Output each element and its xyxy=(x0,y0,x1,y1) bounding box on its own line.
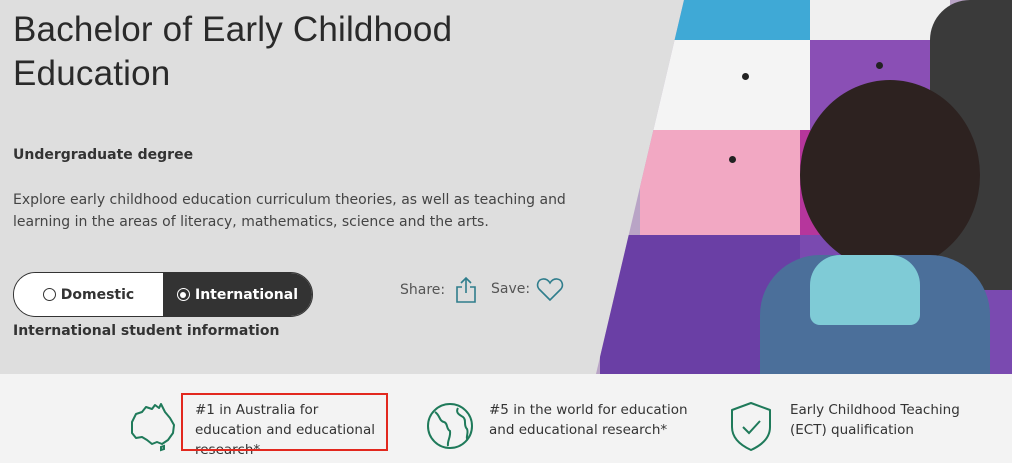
save-label: Save: xyxy=(491,281,531,297)
domestic-label: Domestic xyxy=(60,286,135,303)
international-label: International xyxy=(194,286,298,303)
feature-text: #5 in the world for education and educat… xyxy=(489,402,688,438)
share-icon[interactable] xyxy=(454,276,478,304)
heart-icon[interactable] xyxy=(536,276,564,302)
feature-text: Early Childhood Teaching (ECT) qualifica… xyxy=(790,402,960,438)
share-label: Share: xyxy=(400,282,446,298)
share-control: Share: xyxy=(400,276,478,304)
international-info-link[interactable]: International student information xyxy=(13,323,279,339)
degree-type: Undergraduate degree xyxy=(13,147,194,163)
international-option[interactable]: International xyxy=(163,273,312,316)
feature-ranking-world: #5 in the world for education and educat… xyxy=(425,400,689,452)
course-description: Explore early childhood education curric… xyxy=(13,192,566,230)
shield-check-icon xyxy=(731,402,771,451)
radio-checked-icon xyxy=(176,288,190,301)
radio-unchecked-icon xyxy=(42,288,56,301)
save-control: Save: xyxy=(491,276,564,302)
hero-section: Bachelor of Early Childhood Education Un… xyxy=(0,0,1012,374)
page-title: Bachelor of Early Childhood Education xyxy=(13,10,453,93)
highlight-box xyxy=(181,393,388,451)
australia-map-icon xyxy=(131,403,175,452)
domestic-option[interactable]: Domestic xyxy=(14,273,163,316)
student-type-toggle: Domestic International xyxy=(13,272,313,317)
feature-ect-qualification: Early Childhood Teaching (ECT) qualifica… xyxy=(726,400,1000,452)
globe-icon xyxy=(427,403,473,449)
